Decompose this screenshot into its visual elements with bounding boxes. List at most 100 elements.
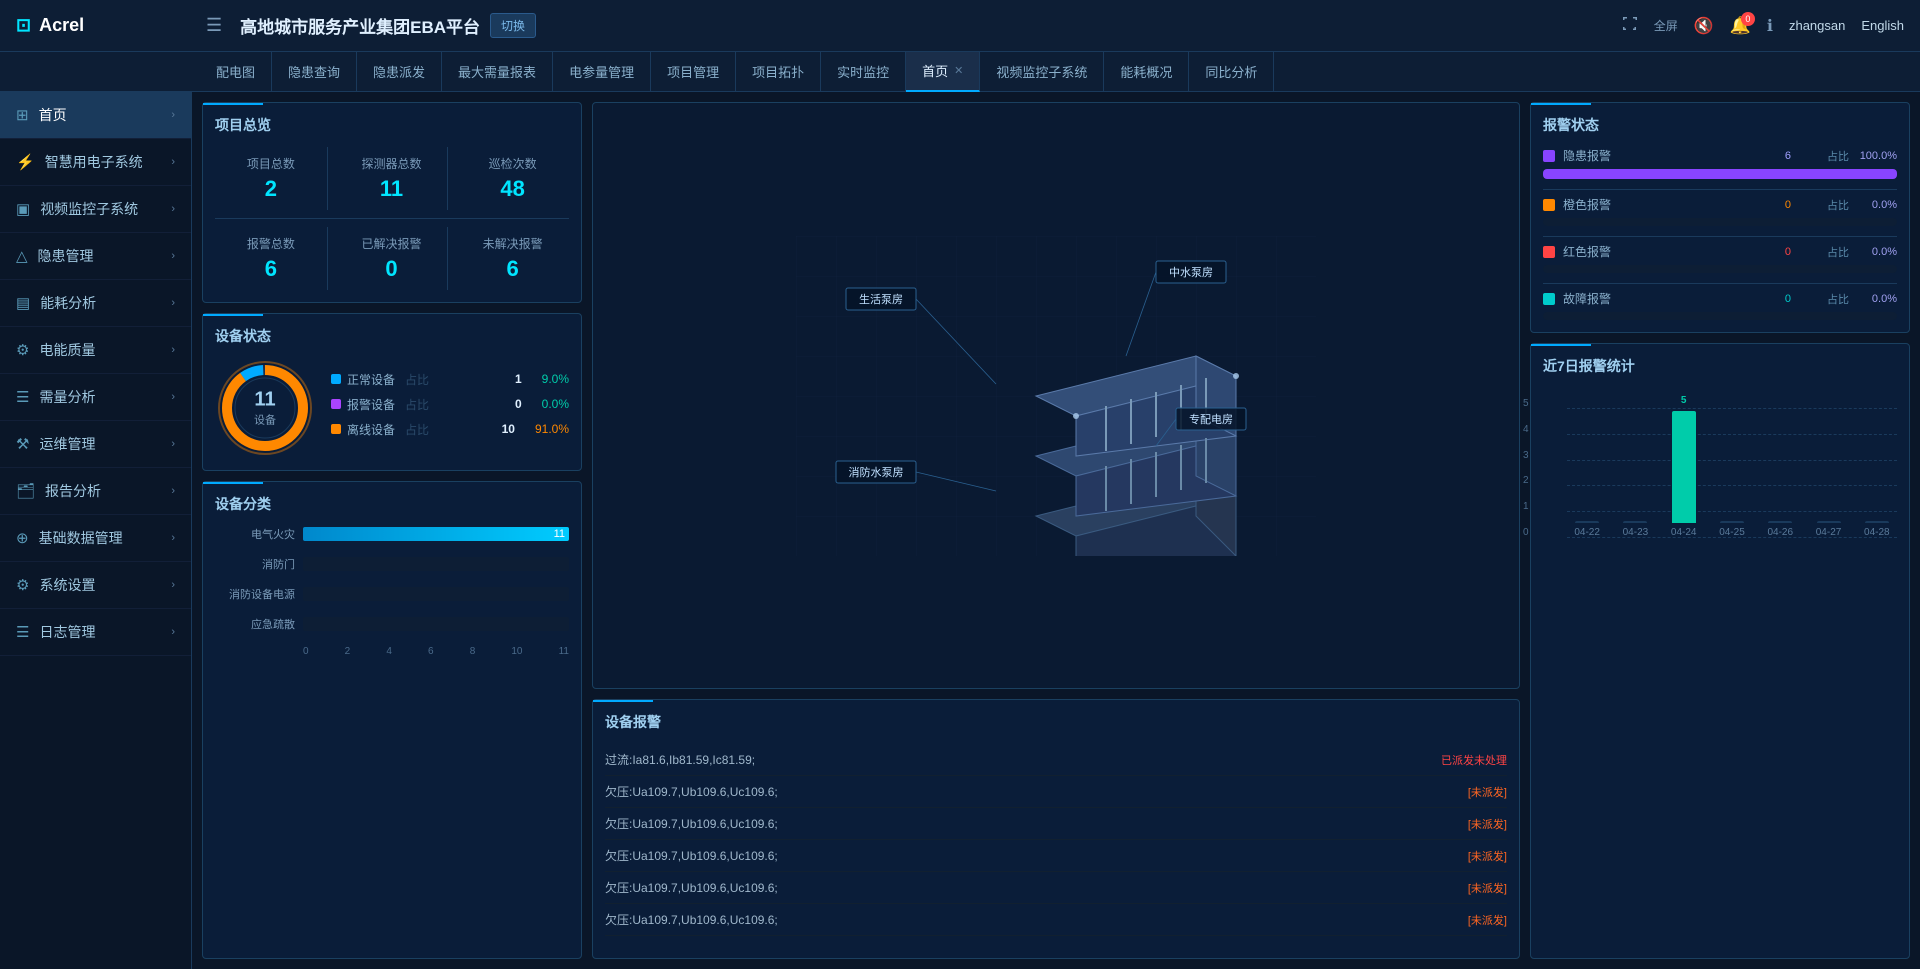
sidebar-item-demand[interactable]: ☰ 需量分析 ›: [0, 374, 191, 421]
sidebar-label-settings: 系统设置: [39, 575, 161, 595]
sidebar-item-hidden[interactable]: △ 隐患管理 ›: [0, 233, 191, 280]
bar-col-0423: 04-23: [1615, 398, 1655, 538]
sidebar-icon-video: ▣: [16, 200, 30, 218]
value-inspections: 48: [456, 176, 569, 202]
donut-center: 11 设备: [254, 389, 276, 428]
language-selector[interactable]: English: [1861, 18, 1904, 33]
alarm-divider-3: [1543, 283, 1897, 284]
notification-bell[interactable]: 🔔 0: [1730, 16, 1751, 36]
nav-tab-shi_pin[interactable]: 视频监控子系统: [980, 52, 1104, 92]
nav-tabs: 配电图隐患查询隐患派发最大需量报表电参量管理项目管理项目拓扑实时监控首页✕视频监…: [0, 52, 1920, 92]
overview-item-projects: 项目总数 2: [215, 147, 328, 210]
sidebar-item-ops[interactable]: ⚒ 运维管理 ›: [0, 421, 191, 468]
nav-tab-neng_hao[interactable]: 能耗概况: [1104, 52, 1189, 92]
nav-tab-shou_ye[interactable]: 首页✕: [906, 52, 980, 92]
overview-item-resolved: 已解决报警 0: [336, 227, 449, 290]
sidebar-label-base: 基础数据管理: [39, 528, 162, 548]
alarm-count-fault: 0: [1785, 293, 1791, 305]
nav-tab-close-shou_ye[interactable]: ✕: [954, 64, 963, 77]
seven-day-title: 近7日报警统计: [1543, 356, 1897, 376]
value-projects: 2: [215, 176, 327, 202]
sidebar-label-hidden: 隐患管理: [38, 246, 162, 266]
bar-row-electric: 电气火灾 11: [215, 526, 569, 542]
alarm-count-red: 0: [1785, 246, 1791, 258]
bar-0426: [1768, 521, 1792, 523]
main-layout: ⊞ 首页 › ⚡ 智慧用电子系统 › ▣ 视频监控子系统 › △ 隐患管理 › …: [0, 92, 1920, 969]
sidebar-item-energy[interactable]: ▤ 能耗分析 ›: [0, 280, 191, 327]
building-svg-container: 生活泵房 中水泵房 专配电房: [593, 103, 1519, 688]
chevron-report: ›: [171, 485, 175, 497]
nav-tab-tong_bi[interactable]: 同比分析: [1189, 52, 1274, 92]
sidebar-item-report[interactable]: 🗂 报告分析 ›: [0, 468, 191, 515]
hamburger-icon[interactable]: ☰: [206, 15, 222, 36]
mute-icon[interactable]: 🔇: [1694, 16, 1714, 36]
nav-tab-zui_da[interactable]: 最大需量报表: [442, 52, 553, 92]
label-inspections: 巡检次数: [456, 155, 569, 172]
sidebar-item-smart_elec[interactable]: ⚡ 智慧用电子系统 ›: [0, 139, 191, 186]
svg-text:中水泵房: 中水泵房: [1169, 266, 1213, 279]
sidebar-icon-hidden: △: [16, 247, 28, 265]
chart-y-labels: 5 4 3 2 1 0: [1523, 398, 1529, 538]
chevron-settings: ›: [171, 579, 175, 591]
alarm-bar-hidden: [1543, 169, 1897, 179]
sidebar-item-log[interactable]: ☰ 日志管理 ›: [0, 609, 191, 656]
alarm-divider-1: [1543, 189, 1897, 190]
alarm-item-3: 欠压:Ua109.7,Ub109.6,Uc109.6; [未派发]: [605, 840, 1507, 872]
date-0422: 04-22: [1574, 527, 1600, 538]
bar-track-emergency: [303, 617, 569, 631]
overview-item-sensors: 探测器总数 11: [336, 147, 449, 210]
date-0424: 04-24: [1671, 527, 1697, 538]
center-col: 生活泵房 中水泵房 专配电房: [592, 102, 1520, 959]
donut-chart: 11 设备: [215, 358, 315, 458]
legend-dot-normal: [331, 374, 341, 384]
nav-tab-shi_shi[interactable]: 实时监控: [821, 52, 906, 92]
nav-tab-xiang_mu_tuo[interactable]: 项目拓扑: [736, 52, 821, 92]
bar-fill-electric: [303, 527, 569, 541]
page-title: 高地城市服务产业集团EBA平台: [240, 13, 480, 38]
seven-day-panel: 近7日报警统计 5 4 3 2 1 0: [1530, 343, 1910, 959]
logo-text: Acrel: [39, 15, 84, 36]
top-title-area: ☰ 高地城市服务产业集团EBA平台 切换: [206, 13, 1622, 38]
fullscreen-icon[interactable]: [1622, 16, 1638, 36]
overview-item-alarms: 报警总数 6: [215, 227, 328, 290]
label-sensors: 探测器总数: [336, 155, 448, 172]
sidebar-icon-base: ⊕: [16, 529, 29, 547]
value-alarms: 6: [215, 256, 327, 282]
alarm-divider-2: [1543, 236, 1897, 237]
nav-tab-peitu[interactable]: 配电图: [200, 52, 272, 92]
sidebar-item-home[interactable]: ⊞ 首页 ›: [0, 92, 191, 139]
alarm-pct-val-hidden: 100.0%: [1857, 150, 1897, 162]
label-unresolved: 未解决报警: [456, 235, 569, 252]
bar-col-0422: 04-22: [1567, 398, 1607, 538]
switch-button[interactable]: 切换: [490, 13, 536, 38]
alarm-dot-orange: [1543, 199, 1555, 211]
project-overview-title: 项目总览: [215, 115, 569, 135]
alarm-pct-val-red: 0.0%: [1857, 246, 1897, 258]
sidebar-item-settings[interactable]: ⚙ 系统设置 ›: [0, 562, 191, 609]
sidebar-item-elec_quality[interactable]: ⚙ 电能质量 ›: [0, 327, 191, 374]
alarm-bar-fill-hidden: [1543, 169, 1897, 179]
value-resolved: 0: [336, 256, 448, 282]
svg-text:专配电房: 专配电房: [1189, 412, 1233, 426]
nav-tab-yinsi_cha[interactable]: 隐患查询: [272, 52, 357, 92]
chevron-smart_elec: ›: [171, 156, 175, 168]
sidebar-item-video[interactable]: ▣ 视频监控子系统 ›: [0, 186, 191, 233]
alarm-pct-label-orange: 占比: [1799, 197, 1849, 213]
alarm-dot-red: [1543, 246, 1555, 258]
alarm-label-fault: 故障报警: [1563, 290, 1777, 307]
nav-tab-yinsi_pai[interactable]: 隐患派发: [357, 52, 442, 92]
help-icon[interactable]: ℹ: [1767, 16, 1773, 36]
chart-area: 04-22 04-23 5 04-24: [1567, 398, 1897, 558]
nav-tab-xiang_mu_guan[interactable]: 项目管理: [651, 52, 736, 92]
chevron-log: ›: [171, 626, 175, 638]
bar-axis: 024681011: [215, 646, 569, 657]
bar-col-0427: 04-27: [1808, 398, 1848, 538]
legend-offline: 离线设备 占比 10 91.0%: [331, 421, 569, 438]
sidebar-label-log: 日志管理: [39, 622, 161, 642]
bar-label-emergency: 应急疏散: [215, 616, 295, 632]
nav-tab-dian_can[interactable]: 电参量管理: [553, 52, 651, 92]
svg-text:消防水泵房: 消防水泵房: [849, 465, 904, 479]
sidebar-item-base[interactable]: ⊕ 基础数据管理 ›: [0, 515, 191, 562]
alarm-row-orange: 橙色报警 0 占比 0.0%: [1543, 196, 1897, 226]
sidebar-icon-energy: ▤: [16, 294, 30, 312]
